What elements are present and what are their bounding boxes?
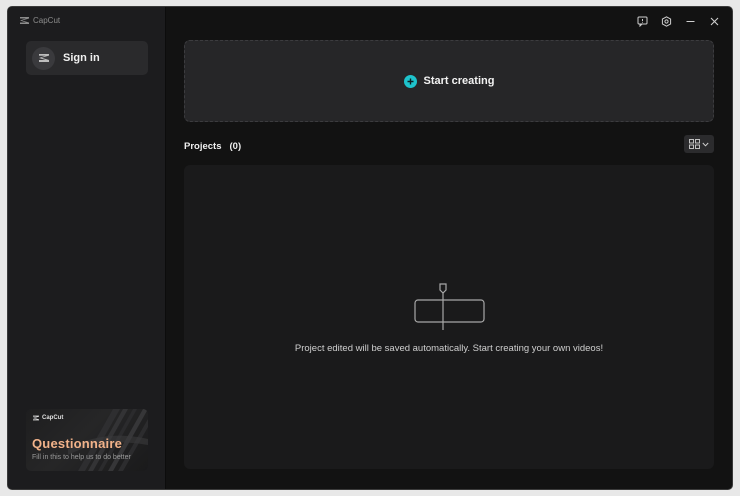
- projects-panel: Project edited will be saved automatical…: [184, 165, 714, 469]
- settings-icon: [661, 15, 671, 27]
- capcut-avatar-icon: [38, 54, 49, 62]
- questionnaire-title: Questionnaire: [32, 436, 123, 451]
- feedback-button[interactable]: [632, 12, 652, 30]
- settings-button[interactable]: [656, 12, 676, 30]
- questionnaire-subtitle: Fill in this to help us to do better: [32, 454, 131, 461]
- sign-in-button[interactable]: Sign in: [26, 41, 148, 75]
- start-creating-button[interactable]: Start creating: [184, 40, 714, 122]
- close-icon: [710, 17, 718, 25]
- plus-icon: [403, 74, 417, 88]
- feedback-icon: [637, 16, 647, 27]
- app-title-bar: CapCut: [19, 13, 60, 27]
- app-title: CapCut: [33, 15, 61, 25]
- app-window: CapCut Sign in CapCut Questionnaire Fill…: [8, 7, 732, 489]
- projects-header: Projects (0): [184, 141, 241, 152]
- questionnaire-brand: CapCut: [32, 415, 63, 421]
- chevron-down-icon: [702, 142, 709, 147]
- empty-projects-message: Project edited will be saved automatical…: [294, 343, 604, 354]
- sidebar: CapCut Sign in CapCut Questionnaire Fill…: [8, 7, 166, 489]
- empty-timeline-icon: [414, 283, 485, 330]
- capcut-logo-icon: [19, 16, 30, 25]
- minimize-button[interactable]: [680, 12, 700, 30]
- view-toggle-button[interactable]: [684, 135, 714, 153]
- minimize-icon: [686, 20, 694, 22]
- sign-in-label: Sign in: [63, 52, 100, 64]
- start-creating-label: Start creating: [423, 75, 495, 87]
- avatar: [32, 46, 55, 70]
- projects-count: (0): [229, 141, 242, 152]
- capcut-logo-icon: [33, 415, 39, 421]
- grid-view-icon: [689, 139, 700, 149]
- projects-label: Projects: [184, 141, 222, 152]
- close-button[interactable]: [704, 12, 724, 30]
- questionnaire-banner[interactable]: CapCut Questionnaire Fill in this to hel…: [26, 409, 148, 471]
- window-controls: [632, 12, 724, 30]
